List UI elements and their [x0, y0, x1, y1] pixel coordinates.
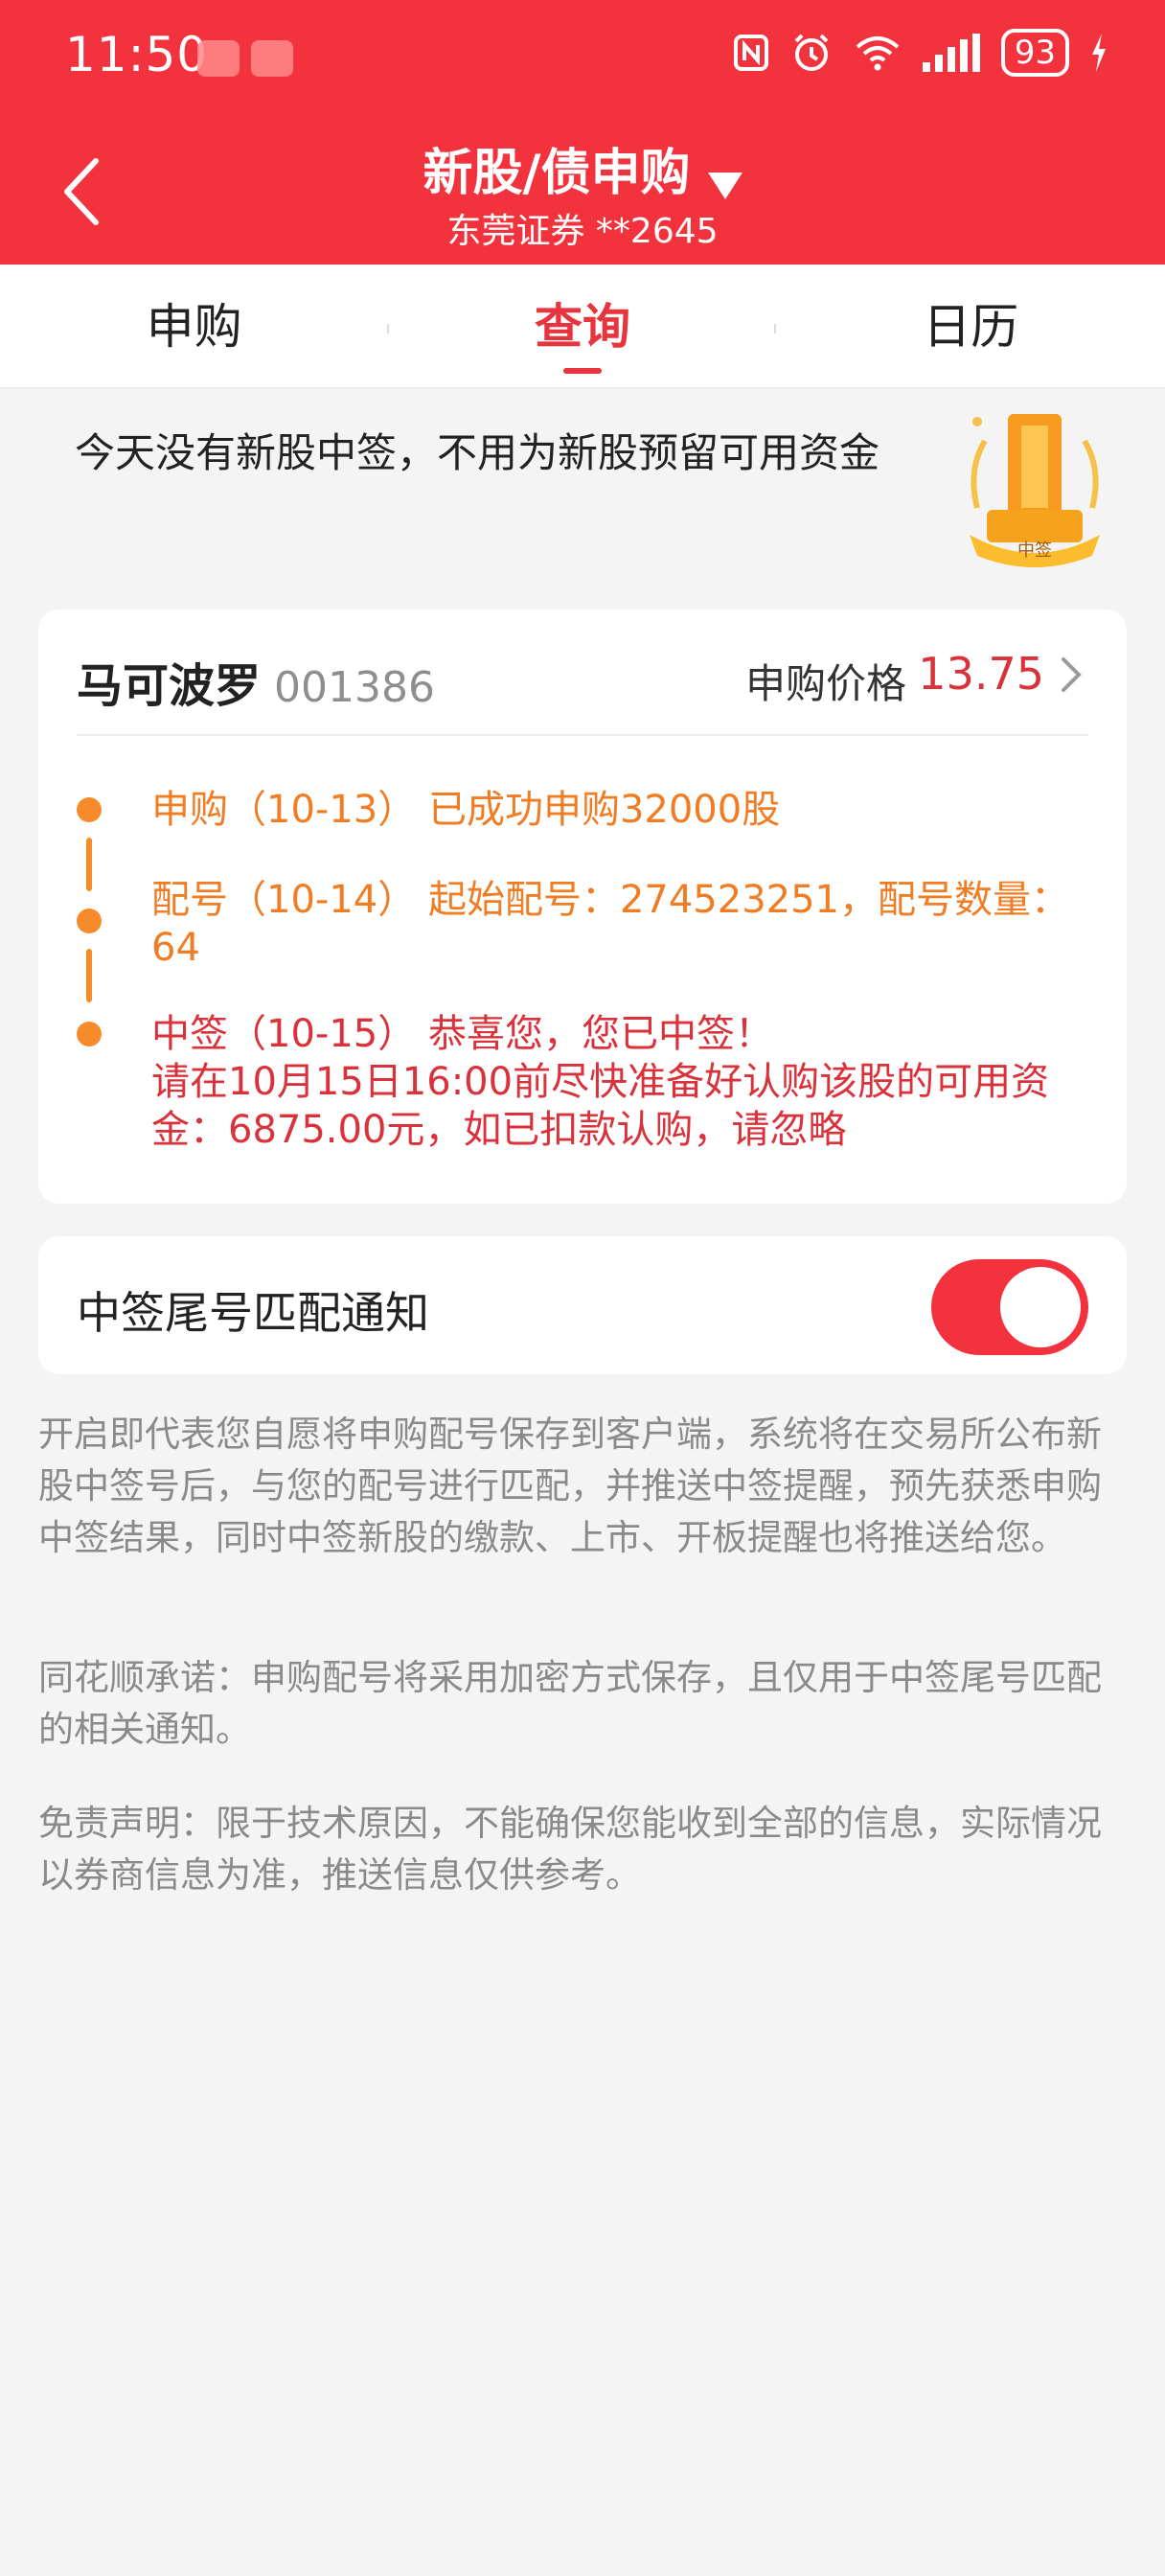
tab-calendar[interactable]: 日历	[777, 264, 1165, 387]
page-title: 新股/债申购	[423, 145, 691, 202]
alarm-icon	[794, 34, 829, 71]
card-divider	[77, 734, 1088, 736]
payment-reminder: 请在10月15日16:00前尽快准备好认购该股的可用资金：6875.00元，如已…	[151, 1060, 1050, 1152]
tab-query[interactable]: 查询	[388, 264, 776, 387]
stock-name-row: 马可波罗 001386	[77, 648, 435, 715]
toggle-knob	[1000, 1267, 1081, 1347]
timeline-subscribe: 申购（10-13） 已成功申购32000股	[151, 788, 781, 832]
tab-bar: 申购 查询 日历	[0, 264, 1165, 389]
book-app-icon	[197, 40, 240, 77]
price-value[interactable]: 13.75	[918, 648, 1044, 700]
tab-separator	[387, 324, 389, 334]
privacy-promise: 同花顺承诺：申购配号将采用加密方式保存，且仅用于中签尾号匹配的相关通知。	[38, 1657, 1102, 1750]
timeline-numbering: 配号（10-14） 起始配号：274523251，配号数量：64	[151, 878, 1069, 970]
timeline-dot	[77, 908, 102, 933]
battery-indicator: 93	[1000, 29, 1069, 77]
consent-description: 开启即代表您自愿将申购配号保存到客户端，系统将在交易所公布新股中签号后，与您的配…	[38, 1414, 1102, 1558]
disclaimer: 免责声明：限于技术原因，不能确保您能收到全部的信息，实际情况以券商信息为准，推送…	[38, 1803, 1102, 1896]
badge-label: 中签	[1017, 540, 1052, 561]
timeline-won: 中签（10-15） 恭喜您，您已中签！	[151, 1012, 773, 1056]
app-header: 11:50 93 新股/债申购 东莞证券 **2645	[0, 0, 1165, 264]
caret-down-icon	[707, 172, 742, 199]
timeline-dot	[77, 797, 102, 822]
stock-code: 001386	[274, 663, 435, 712]
account-switcher[interactable]: 新股/债申购	[0, 132, 1165, 204]
nfc-icon	[733, 34, 768, 71]
signal-icon	[922, 34, 980, 72]
stock-allotment-card: 马可波罗 001386 申购价格 13.75 申购（10-13） 已成功申购320…	[38, 610, 1127, 1204]
wifi-icon	[856, 36, 900, 71]
huawei-app-icon	[251, 40, 293, 77]
timeline-dot	[77, 1022, 102, 1046]
notify-toggle[interactable]	[931, 1259, 1088, 1355]
price-label[interactable]: 申购价格	[745, 652, 906, 710]
status-time: 11:50	[65, 27, 209, 82]
status-icons: 93	[733, 29, 1108, 77]
stock-name: 马可波罗	[77, 659, 262, 713]
no-allotment-notice: 今天没有新股中签，不用为新股预留可用资金	[75, 429, 880, 476]
chevron-right-icon[interactable]	[1056, 656, 1085, 694]
broker-account: 东莞证券 **2645	[446, 212, 719, 251]
charging-icon	[1092, 34, 1106, 72]
notify-label: 中签尾号匹配通知	[77, 1287, 429, 1339]
notify-setting-row: 中签尾号匹配通知	[38, 1236, 1127, 1374]
tab-subscribe[interactable]: 申购	[0, 264, 388, 387]
timeline-line	[86, 949, 92, 1002]
trophy-badge-icon: 中签	[970, 414, 1100, 567]
timeline-line	[86, 838, 92, 891]
tab-separator	[774, 324, 776, 334]
